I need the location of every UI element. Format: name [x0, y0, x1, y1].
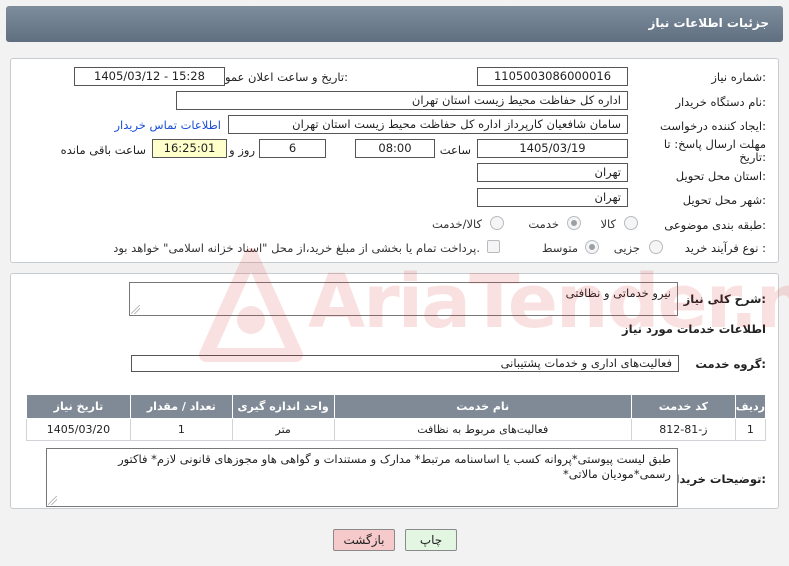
resize-handle-icon[interactable] [48, 496, 57, 505]
category-goods-radio[interactable] [624, 216, 638, 230]
col-service-code: کد خدمت [630, 394, 736, 419]
deadline-time-label: ساعت [439, 143, 471, 157]
page-title: جزئیات اطلاعات نیاز [648, 16, 769, 30]
col-need-date: تاریخ نیاز [26, 394, 131, 419]
print-button[interactable]: چاپ [405, 529, 457, 551]
contact-info-link[interactable]: اطلاعات تماس خریدار [114, 118, 221, 132]
city-field[interactable]: تهران [477, 188, 628, 207]
buyer-org-label: نام دستگاه خریدار: [675, 95, 766, 109]
days-label: روز و [229, 143, 255, 157]
process-minor-label: جزیی [613, 241, 640, 255]
services-section-title: اطلاعات خدمات مورد نیاز [622, 322, 766, 336]
process-medium-radio[interactable] [585, 240, 599, 254]
deadline-label-1: مهلت ارسال پاسخ: تا [663, 137, 766, 151]
category-goods-service-label: کالا/خدمت [431, 217, 482, 231]
announce-date-label: تاریخ و ساعت اعلان عمومی: [209, 70, 348, 84]
requester-label: ایجاد کننده درخواست: [660, 119, 766, 133]
cell-service-code: ز-81-812 [630, 418, 736, 441]
treasury-payment-note: پرداخت تمام یا بخشی از مبلغ خرید،از محل … [113, 241, 480, 255]
province-label: استان محل تحویل: [675, 169, 766, 183]
page-header: جزئیات اطلاعات نیاز [6, 6, 783, 42]
category-label: طبقه بندی موضوعی: [664, 218, 766, 232]
requester-field[interactable]: سامان شافعیان کارپرداز اداره کل حفاظت مح… [228, 115, 628, 134]
col-row-number: ردیف [734, 394, 767, 419]
services-table: ردیف کد خدمت نام خدمت واحد اندازه گیری ت… [26, 394, 767, 441]
cell-need-date: 1405/03/20 [26, 418, 131, 441]
col-unit: واحد اندازه گیری [231, 394, 335, 419]
table-row[interactable]: 1 ز-81-812 فعالیت‌های مربوط به نظافت متر… [26, 418, 767, 441]
need-number-field[interactable]: 1105003086000016 [477, 67, 628, 86]
service-group-field[interactable]: فعالیت‌های اداری و خدمات پشتیبانی [131, 355, 679, 372]
cell-service-name: فعالیت‌های مربوط به نظافت [333, 418, 632, 441]
category-goods-label: کالا [600, 217, 616, 231]
buyer-notes-field[interactable]: طبق لیست پیوستی*پروانه کسب یا اساسنامه م… [46, 448, 678, 507]
cell-unit: متر [231, 418, 335, 441]
deadline-label-2: تاریخ: [739, 150, 766, 164]
category-goods-service-radio[interactable] [490, 216, 504, 230]
treasury-payment-checkbox[interactable] [487, 240, 500, 253]
buyer-notes-text: طبق لیست پیوستی*پروانه کسب یا اساسنامه م… [118, 452, 671, 481]
need-number-label: شماره نیاز: [711, 70, 766, 84]
remaining-time-label: ساعت باقی مانده [60, 143, 146, 157]
buyer-notes-label: توضیحات خریدار: [668, 472, 766, 486]
category-service-label: خدمت [528, 217, 559, 231]
cell-quantity: 1 [129, 418, 233, 441]
buyer-org-field[interactable]: اداره کل حفاظت محیط زیست استان تهران [176, 91, 628, 110]
description-text: نیرو خدماتی و نظافتی [565, 286, 671, 300]
service-group-label: گروه خدمت: [695, 357, 766, 371]
resize-handle-icon[interactable] [131, 305, 140, 314]
deadline-date-field[interactable]: 1405/03/19 [477, 139, 628, 158]
remaining-time-field[interactable]: 16:25:01 [152, 139, 227, 158]
process-type-label: نوع فرآیند خرید : [684, 241, 766, 255]
category-service-radio[interactable] [567, 216, 581, 230]
description-field[interactable]: نیرو خدماتی و نظافتی [129, 282, 678, 316]
process-medium-label: متوسط [541, 241, 578, 255]
description-label: شرح کلی نیاز: [683, 292, 766, 306]
province-field[interactable]: تهران [477, 163, 628, 182]
deadline-time-field[interactable]: 08:00 [355, 139, 435, 158]
city-label: شهر محل تحویل: [682, 193, 766, 207]
back-button[interactable]: بازگشت [333, 529, 395, 551]
process-minor-radio[interactable] [649, 240, 663, 254]
days-remaining-field[interactable]: 6 [259, 139, 326, 158]
col-quantity: تعداد / مقدار [129, 394, 233, 419]
table-header-row: ردیف کد خدمت نام خدمت واحد اندازه گیری ت… [26, 394, 767, 419]
announce-date-field[interactable]: 1405/03/12 - 15:28 [74, 67, 225, 86]
cell-row-number: 1 [734, 418, 767, 441]
col-service-name: نام خدمت [333, 394, 632, 419]
need-details-panel [10, 58, 779, 263]
